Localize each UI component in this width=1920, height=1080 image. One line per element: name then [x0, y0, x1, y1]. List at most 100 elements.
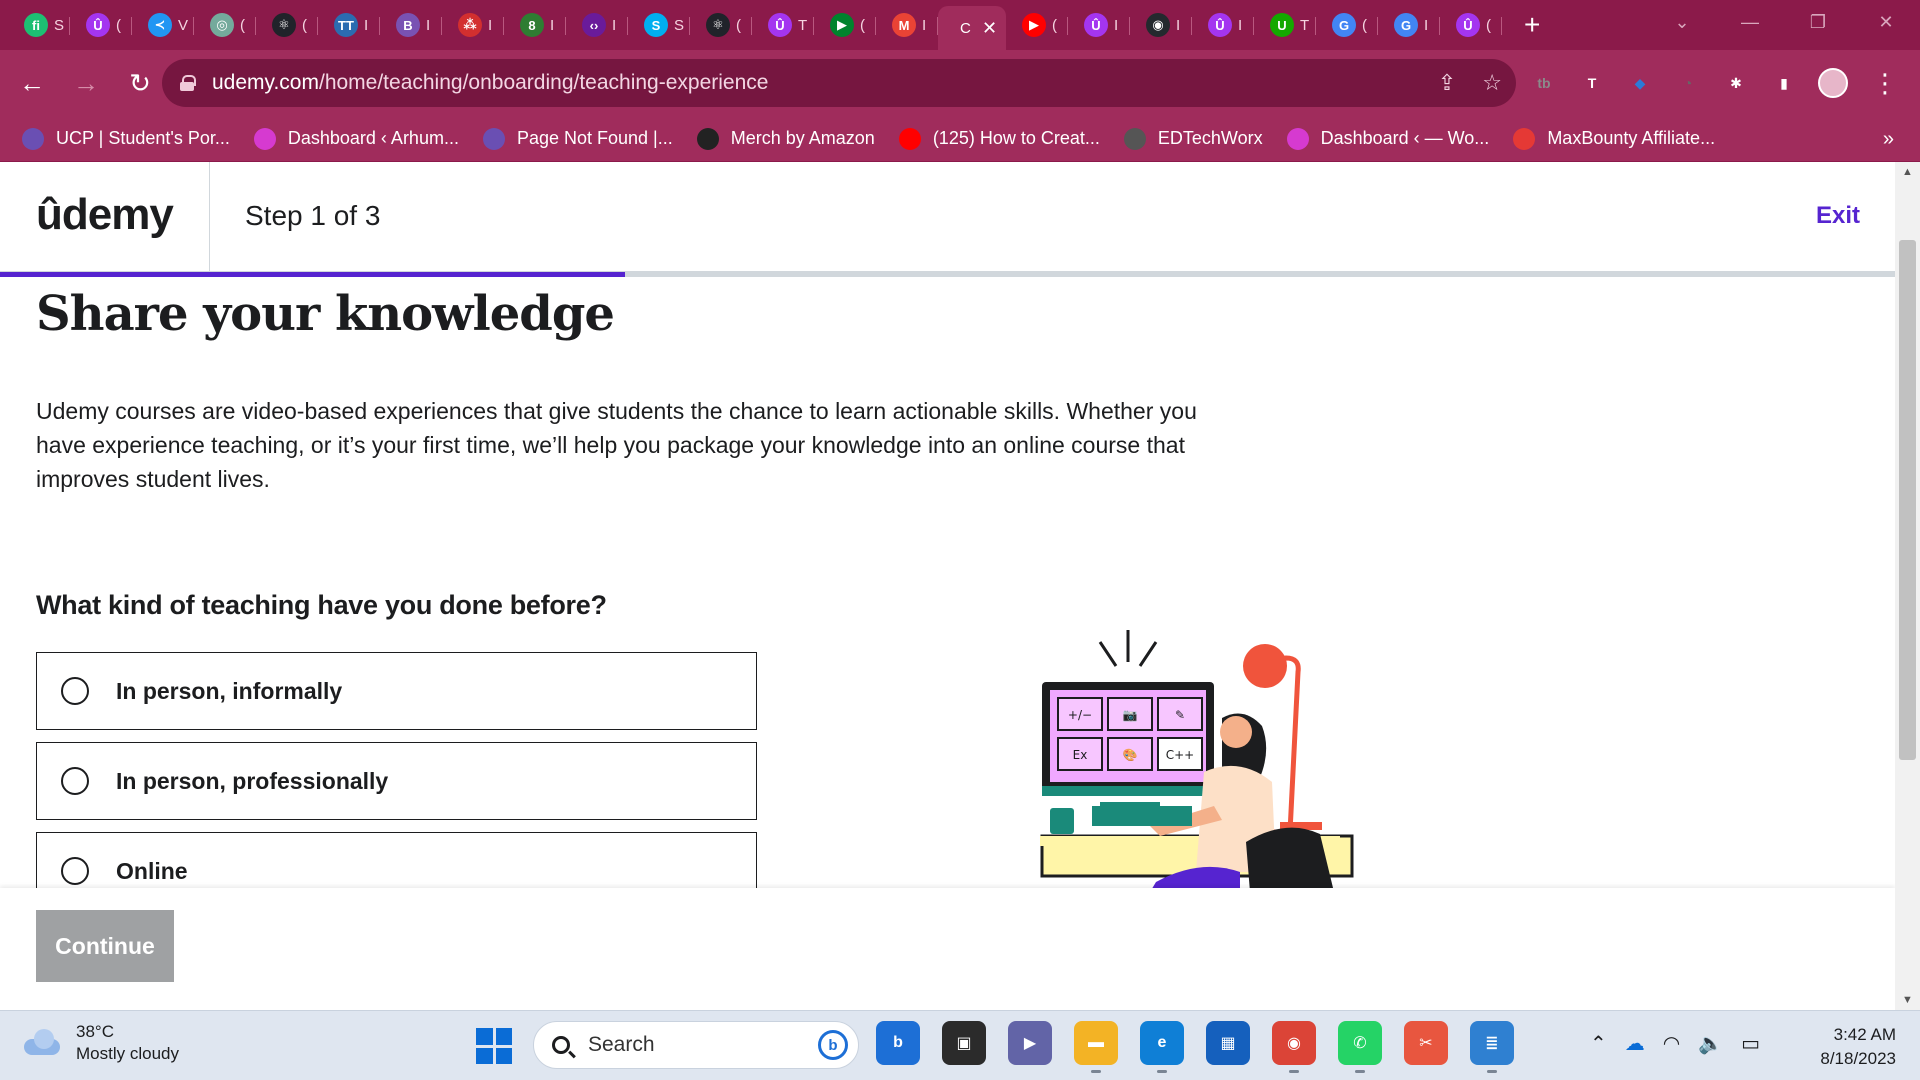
cloud-icon: [22, 1029, 62, 1057]
browser-tab[interactable]: G(: [1316, 6, 1378, 44]
bookmark-label: Page Not Found |...: [516, 128, 673, 148]
onedrive-icon[interactable]: ☁: [1625, 1031, 1645, 1056]
teams-icon[interactable]: ▶: [1008, 1021, 1052, 1065]
header-divider: [209, 162, 210, 272]
close-tab-icon[interactable]: ✕: [982, 18, 997, 39]
exit-link[interactable]: Exit: [1816, 202, 1860, 230]
volume-icon[interactable]: 🔈: [1698, 1031, 1723, 1056]
store-icon[interactable]: ▦: [1206, 1021, 1250, 1065]
browser-tab[interactable]: UT: [1254, 6, 1316, 44]
edtech-icon: [1123, 127, 1146, 150]
bookmarks-overflow-icon[interactable]: »: [1883, 128, 1894, 151]
snipping-tool-icon[interactable]: ✂: [1404, 1021, 1448, 1065]
bookmark-item[interactable]: UCP | Student's Por...: [22, 127, 230, 150]
reload-icon[interactable]: ↻: [118, 61, 162, 105]
browser-tab[interactable]: ◉ I: [1130, 6, 1192, 44]
browser-tab[interactable]: Û(: [70, 6, 132, 44]
browser-tab[interactable]: ▶(: [814, 6, 876, 44]
udemy-logo[interactable]: ûdemy: [36, 190, 174, 240]
continue-button[interactable]: Continue: [36, 910, 174, 982]
browser-menu-icon[interactable]: ⋮: [1872, 68, 1898, 99]
temperature: 38°C: [76, 1022, 114, 1041]
side-panel-icon[interactable]: ▮: [1770, 69, 1798, 97]
radio-button[interactable]: [61, 857, 89, 885]
tab-title: I: [1114, 16, 1119, 34]
clock[interactable]: 3:42 AM 8/18/2023: [1820, 1023, 1896, 1071]
option-in-person-informally[interactable]: In person, informally: [36, 652, 757, 730]
amazon-icon: [696, 127, 719, 150]
taskbar-search[interactable]: Search b: [533, 1021, 859, 1069]
bookmark-item[interactable]: Page Not Found |...: [482, 127, 673, 150]
bing-icon[interactable]: b: [818, 1030, 848, 1060]
back-arrow-icon[interactable]: ←: [10, 61, 54, 105]
bookmark-item[interactable]: Dashboard ‹ Arhum...: [253, 127, 459, 150]
browser-tab[interactable]: ⚛(: [690, 6, 752, 44]
search-placeholder: Search: [588, 1033, 655, 1056]
browser-tab[interactable]: ◎(: [194, 6, 256, 44]
bookmark-star-icon[interactable]: ☆: [1482, 70, 1502, 96]
bookmark-item[interactable]: Dashboard ‹ — Wo...: [1286, 127, 1489, 150]
profile-avatar[interactable]: [1818, 68, 1848, 98]
whatsapp-icon[interactable]: ✆: [1338, 1021, 1382, 1073]
edge-icon[interactable]: e: [1140, 1021, 1184, 1073]
bing-chat-icon[interactable]: b: [876, 1021, 920, 1065]
url-text[interactable]: udemy.com/home/teaching/onboarding/teach…: [212, 71, 768, 95]
browser-tab[interactable]: BI: [380, 6, 442, 44]
battery-icon[interactable]: ▭: [1741, 1031, 1760, 1056]
file-explorer-icon[interactable]: ▬: [1074, 1021, 1118, 1073]
minimize-icon[interactable]: —: [1716, 12, 1784, 33]
scroll-thumb[interactable]: [1899, 240, 1916, 760]
browser-tab[interactable]: ‹› I: [566, 6, 628, 44]
share-icon[interactable]: ⇪: [1438, 70, 1456, 96]
windows-start-icon[interactable]: [476, 1028, 512, 1064]
t-extension-icon[interactable]: T: [1578, 69, 1606, 97]
radio-button[interactable]: [61, 767, 89, 795]
pie-extension-icon[interactable]: ◔: [1674, 69, 1702, 97]
bookmark-item[interactable]: Merch by Amazon: [696, 127, 875, 150]
bookmark-label: UCP | Student's Por...: [56, 128, 230, 148]
weather-widget[interactable]: 38°C Mostly cloudy: [22, 1021, 179, 1065]
puzzle-extensions-icon[interactable]: ✱: [1722, 69, 1750, 97]
browser-tab[interactable]: ÛT: [752, 6, 814, 44]
browser-tab[interactable]: TT I: [318, 6, 380, 44]
option-label: In person, informally: [116, 677, 343, 704]
bookmark-item[interactable]: (125) How to Creat...: [898, 127, 1100, 150]
chevron-up-icon[interactable]: ⌃: [1590, 1031, 1607, 1056]
browser-tab[interactable]: ÛI: [1192, 6, 1254, 44]
new-tab-icon[interactable]: +: [1524, 11, 1540, 39]
restore-icon[interactable]: ❐: [1784, 12, 1852, 33]
option-in-person-professionally[interactable]: In person, professionally: [36, 742, 757, 820]
scroll-up-arrow-icon[interactable]: ▲: [1895, 162, 1920, 182]
tb-extension-icon[interactable]: tb: [1530, 69, 1558, 97]
eight-icon: 8: [520, 13, 544, 37]
browser-tab[interactable]: fi S: [8, 6, 70, 44]
browser-tab[interactable]: SS: [628, 6, 690, 44]
task-view-icon[interactable]: ▣: [942, 1021, 986, 1065]
tab-search-icon[interactable]: ⌄: [1648, 12, 1716, 33]
bookmark-item[interactable]: EDTechWorx: [1123, 127, 1263, 150]
search-icon: [552, 1036, 570, 1054]
bookmark-item[interactable]: MaxBounty Affiliate...: [1513, 127, 1715, 150]
browser-tab[interactable]: Û(: [1440, 6, 1502, 44]
browser-tab[interactable]: ⚛(: [256, 6, 318, 44]
page-scrollbar[interactable]: ▲ ▼: [1895, 162, 1920, 1010]
scroll-down-arrow-icon[interactable]: ▼: [1895, 990, 1920, 1010]
lock-icon[interactable]: [180, 75, 196, 91]
browser-tab[interactable]: ⁂ I: [442, 6, 504, 44]
address-bar[interactable]: udemy.com/home/teaching/onboarding/teach…: [162, 59, 1516, 107]
chrome-icon[interactable]: ◉: [1272, 1021, 1316, 1073]
browser-tab[interactable]: ≺ V: [132, 6, 194, 44]
browser-tab[interactable]: MI: [876, 6, 938, 44]
radio-button[interactable]: [61, 677, 89, 705]
close-window-icon[interactable]: ✕: [1852, 12, 1920, 33]
notepad-icon[interactable]: ≣: [1470, 1021, 1514, 1073]
browser-tab[interactable]: ▶(: [1006, 6, 1068, 44]
diamond-extension-icon[interactable]: ◆: [1626, 69, 1654, 97]
browser-tab[interactable]: ÛI: [1068, 6, 1130, 44]
wifi-icon[interactable]: ◠: [1663, 1031, 1680, 1056]
active-browser-tab[interactable]: C ✕: [938, 6, 1006, 50]
tab-title: S: [54, 16, 64, 34]
browser-tab[interactable]: GI: [1378, 6, 1440, 44]
forward-arrow-icon[interactable]: →: [64, 61, 108, 105]
browser-tab[interactable]: 8I: [504, 6, 566, 44]
